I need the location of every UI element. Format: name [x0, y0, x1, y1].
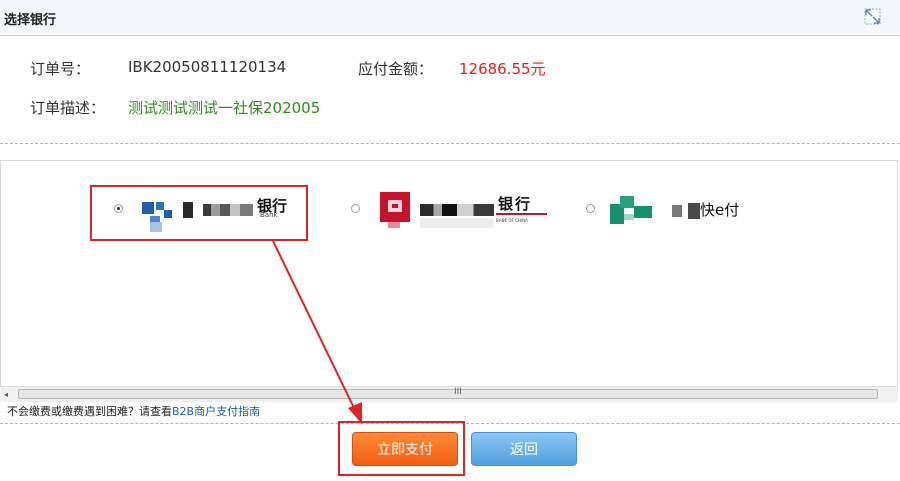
order-desc: 测试测试测试一社保202005	[128, 99, 321, 117]
order-number: IBK20050811120134	[128, 58, 287, 76]
scrollbar-grip-icon: III	[454, 387, 462, 397]
radio-icon[interactable]	[351, 204, 360, 213]
order-number-label: 订单号：	[30, 60, 91, 78]
bank-3-name: 快e付	[700, 201, 740, 219]
amount-label: 应付金额：	[358, 60, 434, 78]
selected-bank-highlight	[90, 185, 308, 241]
bank-2-sub: BANK OF CHINA	[496, 218, 528, 223]
resize-icon[interactable]	[862, 6, 884, 28]
dialog-titlebar: 选择银行	[0, 0, 900, 36]
scroll-left-icon[interactable]: ◂	[4, 390, 8, 399]
help-line: 不会缴费或缴费遇到困难？请查看B2B商户支付指南	[7, 403, 260, 419]
bank-2-name: 银行	[498, 195, 533, 213]
divider	[0, 143, 900, 144]
radio-icon[interactable]	[586, 204, 595, 213]
dialog-title: 选择银行	[4, 13, 57, 28]
order-info: 订单号： IBK20050811120134 应付金额： 12686.55元 订…	[0, 36, 900, 142]
horizontal-scrollbar[interactable]: ◂ III	[0, 386, 898, 402]
back-button[interactable]: 返回	[471, 432, 577, 466]
amount-value: 12686.55元	[459, 60, 546, 78]
pay-button-highlight	[338, 421, 465, 476]
order-desc-label: 订单描述：	[30, 99, 106, 117]
payment-guide-link[interactable]: B2B商户支付指南	[172, 405, 260, 418]
help-text: 不会缴费或缴费遇到困难？请查看	[7, 405, 172, 418]
scrollbar-thumb[interactable]: III	[18, 387, 878, 399]
